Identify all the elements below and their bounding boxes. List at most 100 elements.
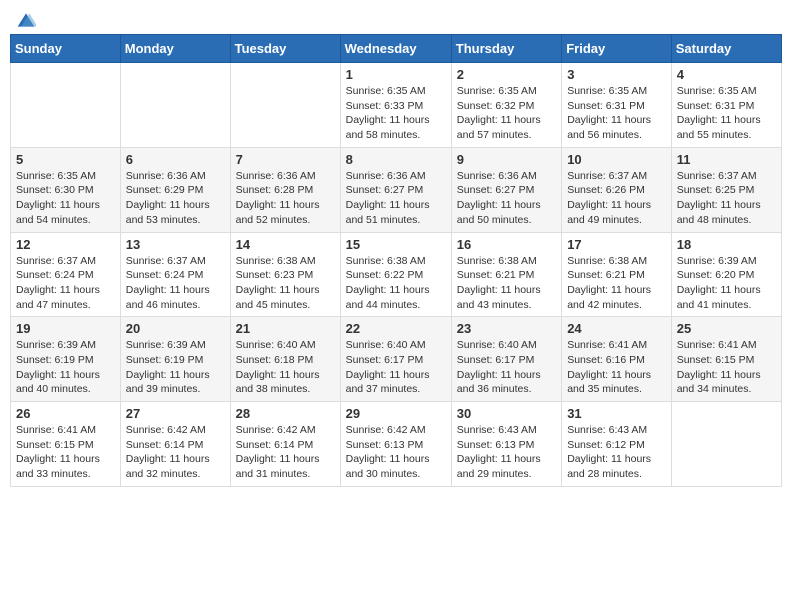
calendar-cell: 18Sunrise: 6:39 AM Sunset: 6:20 PM Dayli…: [671, 232, 781, 317]
day-number: 12: [16, 237, 115, 252]
calendar-cell: 10 Sunrise: 6:37 AM Sunset: 6:26 PM Dayli…: [562, 147, 672, 232]
calendar-cell: 15Sunrise: 6:38 AM Sunset: 6:22 PM Dayli…: [340, 232, 451, 317]
day-info: Sunrise: 6:38 AM Sunset: 6:21 PM Dayligh…: [567, 254, 666, 313]
calendar-cell: 6Sunrise: 6:36 AM Sunset: 6:29 PM Daylig…: [120, 147, 230, 232]
calendar-cell: 13 Sunrise: 6:37 AM Sunset: 6:24 PM Dayli…: [120, 232, 230, 317]
header-saturday: Saturday: [671, 35, 781, 63]
day-number: 22: [346, 321, 446, 336]
day-number: 15: [346, 237, 446, 252]
calendar-cell: 2Sunrise: 6:35 AM Sunset: 6:32 PM Daylig…: [451, 63, 561, 148]
day-number: 29: [346, 406, 446, 421]
calendar-cell: 22 Sunrise: 6:40 AM Sunset: 6:17 PM Dayli…: [340, 317, 451, 402]
day-info: Sunrise: 6:43 AM Sunset: 6:12 PM Dayligh…: [567, 423, 666, 482]
day-number: 6: [126, 152, 225, 167]
day-info: Sunrise: 6:35 AM Sunset: 6:33 PM Dayligh…: [346, 84, 446, 143]
calendar-cell: 3 Sunrise: 6:35 AM Sunset: 6:31 PM Daylig…: [562, 63, 672, 148]
day-info: Sunrise: 6:36 AM Sunset: 6:27 PM Dayligh…: [457, 169, 556, 228]
header-wednesday: Wednesday: [340, 35, 451, 63]
day-number: 17: [567, 237, 666, 252]
day-number: 2: [457, 67, 556, 82]
calendar-week-5: 26Sunrise: 6:41 AM Sunset: 6:15 PM Dayli…: [11, 402, 782, 487]
day-info: Sunrise: 6:37 AM Sunset: 6:26 PM Dayligh…: [567, 169, 666, 228]
day-number: 8: [346, 152, 446, 167]
calendar-week-4: 19 Sunrise: 6:39 AM Sunset: 6:19 PM Dayli…: [11, 317, 782, 402]
day-info: Sunrise: 6:41 AM Sunset: 6:15 PM Dayligh…: [16, 423, 115, 482]
calendar-cell: 7 Sunrise: 6:36 AM Sunset: 6:28 PM Daylig…: [230, 147, 340, 232]
day-number: 11: [677, 152, 776, 167]
page-header: [10, 10, 782, 26]
day-number: 23: [457, 321, 556, 336]
day-info: Sunrise: 6:42 AM Sunset: 6:13 PM Dayligh…: [346, 423, 446, 482]
calendar-cell: 19 Sunrise: 6:39 AM Sunset: 6:19 PM Dayli…: [11, 317, 121, 402]
day-info: Sunrise: 6:36 AM Sunset: 6:27 PM Dayligh…: [346, 169, 446, 228]
day-info: Sunrise: 6:36 AM Sunset: 6:28 PM Dayligh…: [236, 169, 335, 228]
header-tuesday: Tuesday: [230, 35, 340, 63]
calendar-cell: 12 Sunrise: 6:37 AM Sunset: 6:24 PM Dayli…: [11, 232, 121, 317]
day-number: 13: [126, 237, 225, 252]
calendar-cell: 21 Sunrise: 6:40 AM Sunset: 6:18 PM Dayli…: [230, 317, 340, 402]
logo-icon: [16, 10, 36, 30]
day-info: Sunrise: 6:40 AM Sunset: 6:18 PM Dayligh…: [236, 338, 335, 397]
calendar-cell: 28Sunrise: 6:42 AM Sunset: 6:14 PM Dayli…: [230, 402, 340, 487]
calendar-cell: 11 Sunrise: 6:37 AM Sunset: 6:25 PM Dayli…: [671, 147, 781, 232]
day-info: Sunrise: 6:37 AM Sunset: 6:25 PM Dayligh…: [677, 169, 776, 228]
day-number: 9: [457, 152, 556, 167]
calendar-body: 1 Sunrise: 6:35 AM Sunset: 6:33 PM Daylig…: [11, 63, 782, 487]
day-info: Sunrise: 6:41 AM Sunset: 6:15 PM Dayligh…: [677, 338, 776, 397]
day-info: Sunrise: 6:42 AM Sunset: 6:14 PM Dayligh…: [126, 423, 225, 482]
day-number: 20: [126, 321, 225, 336]
calendar-cell: 4 Sunrise: 6:35 AM Sunset: 6:31 PM Daylig…: [671, 63, 781, 148]
calendar-cell: [120, 63, 230, 148]
calendar-cell: 9 Sunrise: 6:36 AM Sunset: 6:27 PM Daylig…: [451, 147, 561, 232]
calendar-week-2: 5Sunrise: 6:35 AM Sunset: 6:30 PM Daylig…: [11, 147, 782, 232]
day-number: 1: [346, 67, 446, 82]
calendar-cell: 29 Sunrise: 6:42 AM Sunset: 6:13 PM Dayli…: [340, 402, 451, 487]
calendar-cell: [230, 63, 340, 148]
day-number: 16: [457, 237, 556, 252]
calendar-cell: 27 Sunrise: 6:42 AM Sunset: 6:14 PM Dayli…: [120, 402, 230, 487]
day-info: Sunrise: 6:39 AM Sunset: 6:20 PM Dayligh…: [677, 254, 776, 313]
day-info: Sunrise: 6:37 AM Sunset: 6:24 PM Dayligh…: [126, 254, 225, 313]
day-info: Sunrise: 6:39 AM Sunset: 6:19 PM Dayligh…: [16, 338, 115, 397]
calendar-cell: 31 Sunrise: 6:43 AM Sunset: 6:12 PM Dayli…: [562, 402, 672, 487]
day-number: 10: [567, 152, 666, 167]
calendar-cell: 23Sunrise: 6:40 AM Sunset: 6:17 PM Dayli…: [451, 317, 561, 402]
calendar-cell: 5Sunrise: 6:35 AM Sunset: 6:30 PM Daylig…: [11, 147, 121, 232]
calendar-cell: 25Sunrise: 6:41 AM Sunset: 6:15 PM Dayli…: [671, 317, 781, 402]
day-number: 27: [126, 406, 225, 421]
day-info: Sunrise: 6:43 AM Sunset: 6:13 PM Dayligh…: [457, 423, 556, 482]
day-number: 21: [236, 321, 335, 336]
calendar-cell: 1 Sunrise: 6:35 AM Sunset: 6:33 PM Daylig…: [340, 63, 451, 148]
day-info: Sunrise: 6:35 AM Sunset: 6:30 PM Dayligh…: [16, 169, 115, 228]
calendar-cell: 20 Sunrise: 6:39 AM Sunset: 6:19 PM Dayli…: [120, 317, 230, 402]
header-thursday: Thursday: [451, 35, 561, 63]
calendar-table: SundayMondayTuesdayWednesdayThursdayFrid…: [10, 34, 782, 487]
day-number: 19: [16, 321, 115, 336]
calendar-header-row: SundayMondayTuesdayWednesdayThursdayFrid…: [11, 35, 782, 63]
day-info: Sunrise: 6:41 AM Sunset: 6:16 PM Dayligh…: [567, 338, 666, 397]
calendar-cell: 14Sunrise: 6:38 AM Sunset: 6:23 PM Dayli…: [230, 232, 340, 317]
day-number: 7: [236, 152, 335, 167]
day-info: Sunrise: 6:35 AM Sunset: 6:31 PM Dayligh…: [677, 84, 776, 143]
day-number: 4: [677, 67, 776, 82]
calendar-week-3: 12 Sunrise: 6:37 AM Sunset: 6:24 PM Dayli…: [11, 232, 782, 317]
day-info: Sunrise: 6:37 AM Sunset: 6:24 PM Dayligh…: [16, 254, 115, 313]
day-info: Sunrise: 6:42 AM Sunset: 6:14 PM Dayligh…: [236, 423, 335, 482]
calendar-cell: 16Sunrise: 6:38 AM Sunset: 6:21 PM Dayli…: [451, 232, 561, 317]
header-sunday: Sunday: [11, 35, 121, 63]
calendar-cell: 30 Sunrise: 6:43 AM Sunset: 6:13 PM Dayli…: [451, 402, 561, 487]
calendar-cell: 8 Sunrise: 6:36 AM Sunset: 6:27 PM Daylig…: [340, 147, 451, 232]
day-info: Sunrise: 6:38 AM Sunset: 6:23 PM Dayligh…: [236, 254, 335, 313]
day-number: 31: [567, 406, 666, 421]
day-number: 3: [567, 67, 666, 82]
day-info: Sunrise: 6:39 AM Sunset: 6:19 PM Dayligh…: [126, 338, 225, 397]
header-monday: Monday: [120, 35, 230, 63]
calendar-cell: 17 Sunrise: 6:38 AM Sunset: 6:21 PM Dayli…: [562, 232, 672, 317]
header-friday: Friday: [562, 35, 672, 63]
calendar-cell: 24Sunrise: 6:41 AM Sunset: 6:16 PM Dayli…: [562, 317, 672, 402]
day-number: 30: [457, 406, 556, 421]
day-info: Sunrise: 6:40 AM Sunset: 6:17 PM Dayligh…: [346, 338, 446, 397]
calendar-cell: [11, 63, 121, 148]
day-info: Sunrise: 6:35 AM Sunset: 6:31 PM Dayligh…: [567, 84, 666, 143]
logo: [14, 10, 36, 26]
